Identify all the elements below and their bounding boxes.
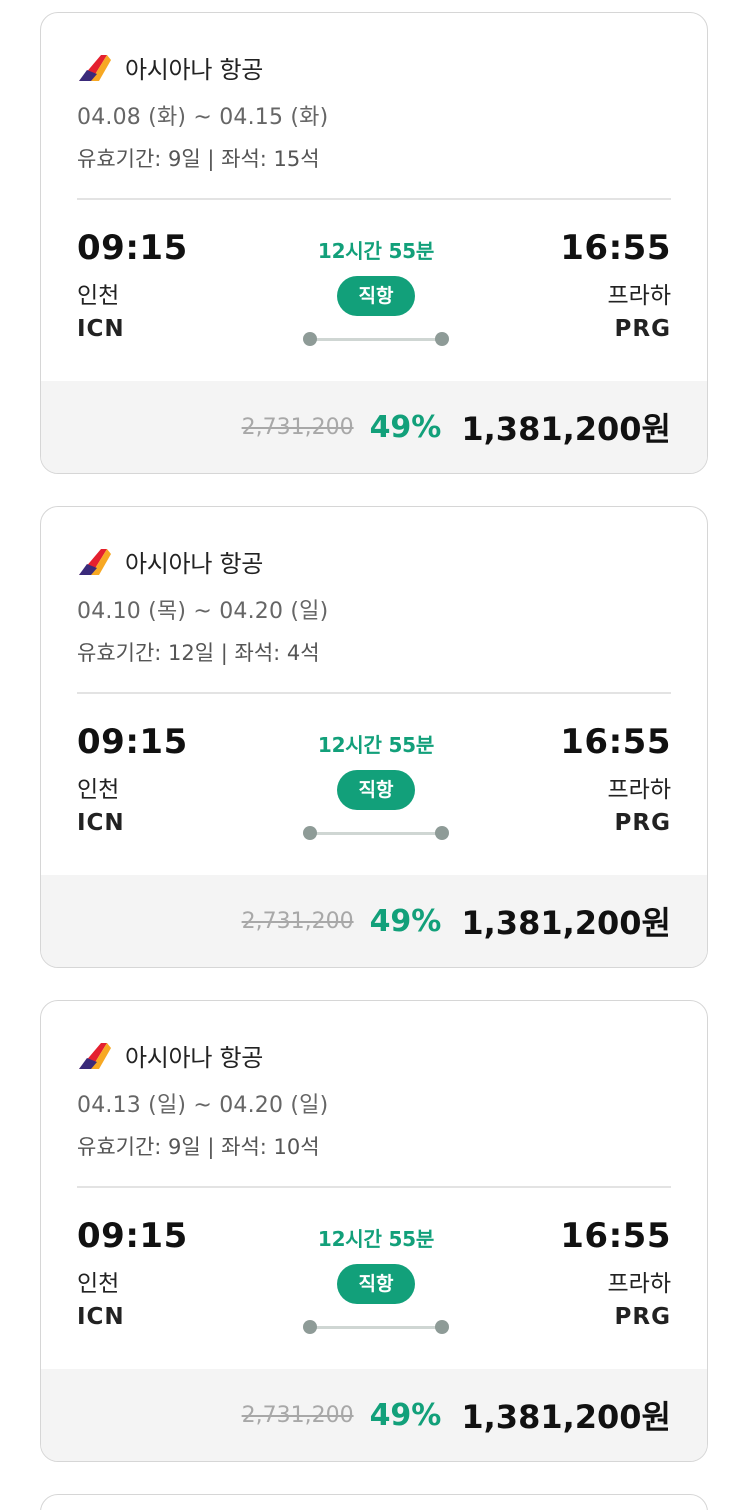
departure-time: 09:15 <box>77 228 188 268</box>
airline-name: 아시아나 항공 <box>125 55 264 84</box>
original-price: 2,731,200 <box>241 1402 354 1428</box>
discount-rate: 49% <box>369 409 442 445</box>
airline-logo-icon <box>79 549 111 575</box>
original-price: 2,731,200 <box>241 908 354 934</box>
airline-row: 아시아나 항공 <box>77 543 671 579</box>
card-header: 아시아나 항공 04.10 (목) ~ 04.20 (일) 유효기간: 12일 … <box>77 543 671 667</box>
discount-rate: 49% <box>369 903 442 939</box>
airline-row: 아시아나 항공 <box>77 1037 671 1073</box>
departure-block: 09:15 인천 ICN <box>77 228 188 342</box>
flight-info: 12시간 55분 직항 <box>291 235 461 346</box>
validity-seats: 유효기간: 12일 | 좌석: 4석 <box>77 641 320 665</box>
direct-flight-badge: 직항 <box>336 1264 416 1304</box>
departure-code: ICN <box>77 810 125 836</box>
travel-dates: 04.10 (목) ~ 04.20 (일) <box>77 599 329 624</box>
departure-time: 09:15 <box>77 1216 188 1256</box>
route-bar <box>310 832 442 835</box>
departure-city: 인천 <box>77 283 120 309</box>
departure-code: ICN <box>77 1304 125 1330</box>
route-bar <box>310 338 442 341</box>
travel-dates: 04.08 (화) ~ 04.15 (화) <box>77 105 329 130</box>
arrival-block: 16:55 프라하 PRG <box>560 1216 671 1330</box>
final-price: 1,381,200원 <box>461 1398 671 1436</box>
price-bar: 2,731,200 49% 1,381,200원 <box>41 381 707 473</box>
destination-dot <box>435 332 449 346</box>
direct-flight-badge: 직항 <box>336 276 416 316</box>
flight-card-partial[interactable] <box>40 1494 708 1510</box>
direct-flight-badge: 직항 <box>336 770 416 810</box>
travel-dates: 04.13 (일) ~ 04.20 (일) <box>77 1093 329 1118</box>
airline-row: 아시아나 항공 <box>77 49 671 85</box>
origin-dot <box>303 826 317 840</box>
final-price: 1,381,200원 <box>461 904 671 942</box>
route-line <box>303 1320 449 1334</box>
arrival-code: PRG <box>614 810 671 836</box>
divider <box>77 692 671 694</box>
flight-results-list: 아시아나 항공 04.08 (화) ~ 04.15 (화) 유효기간: 9일 |… <box>0 0 750 1510</box>
arrival-time: 16:55 <box>560 228 671 268</box>
origin-dot <box>303 1320 317 1334</box>
flight-info: 12시간 55분 직항 <box>291 729 461 840</box>
departure-code: ICN <box>77 316 125 342</box>
airline-logo-icon <box>79 55 111 81</box>
validity-seats: 유효기간: 9일 | 좌석: 10석 <box>77 1135 320 1159</box>
flight-duration: 12시간 55분 <box>317 733 435 757</box>
route-line <box>303 826 449 840</box>
flight-duration: 12시간 55분 <box>317 1227 435 1251</box>
arrival-code: PRG <box>614 316 671 342</box>
validity-seats: 유효기간: 9일 | 좌석: 15석 <box>77 147 320 171</box>
departure-block: 09:15 인천 ICN <box>77 722 188 836</box>
discount-rate: 49% <box>369 1397 442 1433</box>
airline-name: 아시아나 항공 <box>125 1043 264 1072</box>
departure-block: 09:15 인천 ICN <box>77 1216 188 1330</box>
flight-duration: 12시간 55분 <box>317 239 435 263</box>
flight-card[interactable]: 아시아나 항공 04.08 (화) ~ 04.15 (화) 유효기간: 9일 |… <box>40 12 708 474</box>
arrival-block: 16:55 프라하 PRG <box>560 228 671 342</box>
route-bar <box>310 1326 442 1329</box>
price-bar: 2,731,200 49% 1,381,200원 <box>41 1369 707 1461</box>
divider <box>77 198 671 200</box>
departure-city: 인천 <box>77 1271 120 1297</box>
airline-name: 아시아나 항공 <box>125 549 264 578</box>
flight-card[interactable]: 아시아나 항공 04.13 (일) ~ 04.20 (일) 유효기간: 9일 |… <box>40 1000 708 1462</box>
route-line <box>303 332 449 346</box>
arrival-time: 16:55 <box>560 722 671 762</box>
original-price: 2,731,200 <box>241 414 354 440</box>
arrival-city: 프라하 <box>607 777 671 803</box>
final-price: 1,381,200원 <box>461 410 671 448</box>
divider <box>77 1186 671 1188</box>
card-header: 아시아나 항공 04.08 (화) ~ 04.15 (화) 유효기간: 9일 |… <box>77 49 671 173</box>
departure-time: 09:15 <box>77 722 188 762</box>
arrival-city: 프라하 <box>607 1271 671 1297</box>
price-bar: 2,731,200 49% 1,381,200원 <box>41 875 707 967</box>
flight-card[interactable]: 아시아나 항공 04.10 (목) ~ 04.20 (일) 유효기간: 12일 … <box>40 506 708 968</box>
arrival-city: 프라하 <box>607 283 671 309</box>
arrival-time: 16:55 <box>560 1216 671 1256</box>
origin-dot <box>303 332 317 346</box>
destination-dot <box>435 826 449 840</box>
destination-dot <box>435 1320 449 1334</box>
flight-info: 12시간 55분 직항 <box>291 1223 461 1334</box>
card-header: 아시아나 항공 04.13 (일) ~ 04.20 (일) 유효기간: 9일 |… <box>77 1037 671 1161</box>
arrival-code: PRG <box>614 1304 671 1330</box>
arrival-block: 16:55 프라하 PRG <box>560 722 671 836</box>
departure-city: 인천 <box>77 777 120 803</box>
airline-logo-icon <box>79 1043 111 1069</box>
